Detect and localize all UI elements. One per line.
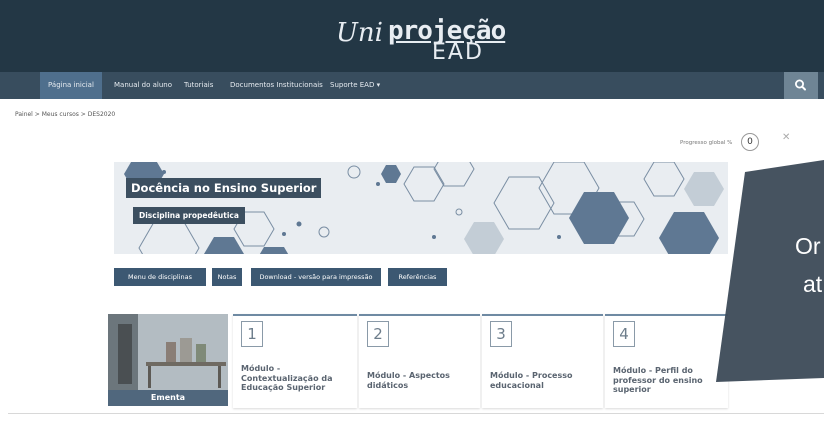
ementa-label: Ementa bbox=[108, 390, 228, 406]
nav-item-manual-do-aluno[interactable]: Manual do aluno bbox=[106, 72, 180, 99]
nav-item-tutoriais[interactable]: Tutoriais bbox=[176, 72, 221, 99]
search-icon bbox=[794, 79, 806, 91]
module-title: Módulo - Contextualização da Educação Su… bbox=[241, 364, 333, 392]
course-subtitle: Disciplina propedêutica bbox=[133, 207, 245, 224]
nav-item-documentos-institucionais[interactable]: Documentos Institucionais bbox=[222, 72, 331, 99]
module-title: Módulo - Aspectos didáticos bbox=[367, 371, 450, 390]
breadcrumb[interactable]: Painel > Meus cursos > DES2020 bbox=[15, 111, 115, 118]
notas-button[interactable]: Notas bbox=[212, 268, 242, 286]
course-banner: Docência no Ensino Superior Disciplina p… bbox=[114, 162, 728, 254]
referencias-button[interactable]: Referências bbox=[388, 268, 447, 286]
module-title: Módulo - Processo educacional bbox=[490, 371, 573, 390]
uniprojecao-logo[interactable]: Uni projeção EAD bbox=[336, 8, 506, 68]
module-card-3[interactable]: 3 Módulo - Processo educacional bbox=[482, 314, 603, 408]
nav-item-suporte-ead[interactable]: Suporte EAD ▾ bbox=[322, 72, 388, 99]
module-card-2[interactable]: 2 Módulo - Aspectos didáticos bbox=[359, 314, 480, 408]
main-navbar: Página inicial Manual do aluno Tutoriais… bbox=[0, 72, 824, 99]
course-title: Docência no Ensino Superior bbox=[126, 178, 322, 198]
module-title: Módulo - Perfil do professor do ensino s… bbox=[613, 366, 703, 394]
site-header: Uni projeção EAD bbox=[0, 0, 824, 72]
module-number-box: 3 bbox=[490, 321, 512, 347]
divider bbox=[8, 413, 824, 414]
overlay-text-line-2: at bbox=[803, 271, 823, 297]
module-number-box: 4 bbox=[613, 321, 635, 347]
close-icon[interactable]: ✕ bbox=[782, 132, 790, 143]
logo-uni-text: Uni bbox=[336, 18, 383, 48]
module-number-box: 1 bbox=[241, 321, 263, 347]
progress-indicator: 0 bbox=[741, 133, 759, 151]
classroom-photo bbox=[108, 314, 228, 390]
ementa-card[interactable]: Ementa bbox=[108, 314, 228, 406]
logo-ead-text: EAD bbox=[432, 40, 484, 65]
module-number-box: 2 bbox=[367, 321, 389, 347]
overlay-text-line-1: Or bbox=[795, 233, 821, 259]
progress-label: Progresso global % bbox=[680, 140, 733, 146]
nav-item-pagina-inicial[interactable]: Página inicial bbox=[40, 72, 102, 99]
module-card-4[interactable]: 4 Módulo - Perfil do professor do ensino… bbox=[605, 314, 728, 408]
menu-disciplinas-button[interactable]: Menu de disciplinas bbox=[114, 268, 206, 286]
search-button[interactable] bbox=[784, 72, 818, 99]
module-card-1[interactable]: 1 Módulo - Contextualização da Educação … bbox=[233, 314, 357, 408]
download-button[interactable]: Download - versão para impressão bbox=[251, 268, 381, 286]
